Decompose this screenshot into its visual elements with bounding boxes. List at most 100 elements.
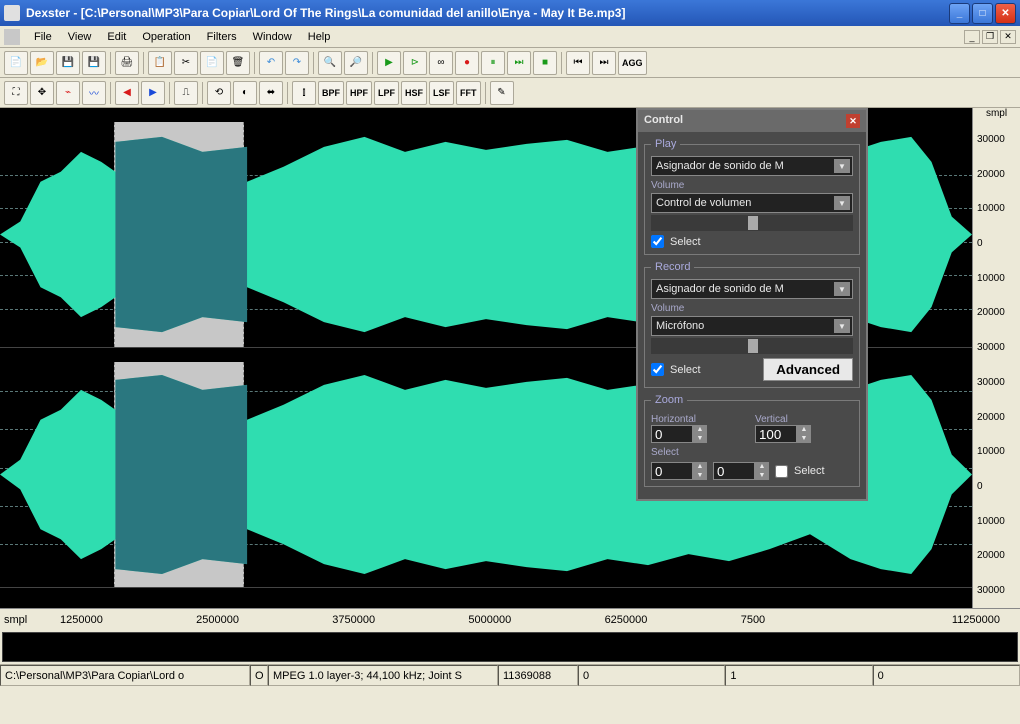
menu-help[interactable]: Help bbox=[300, 29, 339, 45]
scale-tick: 30000 bbox=[977, 134, 1005, 145]
play-select-checkbox[interactable] bbox=[651, 235, 664, 248]
doc-minimize-button[interactable]: _ bbox=[964, 30, 980, 44]
toolbar-filters: ⛶ ✥ ⌁ 〰 ◀ ▶ ⎍ ⟲ ◐ ⬌ ⫾ BPF HPF LPF HSF LS… bbox=[0, 78, 1020, 108]
level-meter bbox=[2, 632, 1018, 662]
close-button[interactable]: ✕ bbox=[995, 3, 1016, 24]
minimize-button[interactable]: _ bbox=[949, 3, 970, 24]
scale-tick: 20000 bbox=[977, 550, 1005, 561]
doc-restore-button[interactable]: ❐ bbox=[982, 30, 998, 44]
tool-eq-icon[interactable]: ⫾ bbox=[292, 81, 316, 105]
zoom-in-icon[interactable]: 🔍 bbox=[318, 51, 342, 75]
pause-icon[interactable]: ⏸ bbox=[481, 51, 505, 75]
delete-icon[interactable]: 🗑 bbox=[226, 51, 250, 75]
tool-amplitude-icon[interactable]: ⌁ bbox=[56, 81, 80, 105]
copy-icon[interactable]: 📋 bbox=[148, 51, 172, 75]
record-volume-combo[interactable]: Micrófono bbox=[651, 316, 853, 336]
tool-edit-icon[interactable]: ✎ bbox=[490, 81, 514, 105]
zoom-select-b-input[interactable] bbox=[713, 462, 755, 480]
menu-view[interactable]: View bbox=[60, 29, 100, 45]
tool-fullscreen-icon[interactable]: ⛶ bbox=[4, 81, 28, 105]
zoom-select-check-label: Select bbox=[794, 465, 825, 477]
undo-icon[interactable]: ↶ bbox=[259, 51, 283, 75]
save-as-icon[interactable]: 💾 bbox=[82, 51, 106, 75]
record-icon[interactable]: ● bbox=[455, 51, 479, 75]
redo-icon[interactable]: ↷ bbox=[285, 51, 309, 75]
play-icon[interactable]: ▶ bbox=[377, 51, 401, 75]
scale-tick: 10000 bbox=[977, 203, 1005, 214]
timeline-tick: 11250000 bbox=[952, 614, 1000, 626]
menu-edit[interactable]: Edit bbox=[99, 29, 134, 45]
new-icon[interactable]: 📄 bbox=[4, 51, 28, 75]
loop-icon[interactable]: ∞ bbox=[429, 51, 453, 75]
spin-down-icon[interactable]: ▼ bbox=[797, 434, 811, 443]
goto-start-icon[interactable]: ⏮ bbox=[566, 51, 590, 75]
control-panel[interactable]: Control ✕ Play Asignador de sonido de M … bbox=[636, 108, 868, 501]
record-volume-slider[interactable] bbox=[651, 338, 853, 354]
zoom-out-icon[interactable]: 🔎 bbox=[344, 51, 368, 75]
scale-tick: 10000 bbox=[977, 273, 1005, 284]
goto-end-icon[interactable]: ⏭ bbox=[592, 51, 616, 75]
zoom-fieldset: Zoom Horizontal ▲▼ Vertical ▲▼ bbox=[644, 394, 860, 487]
lpf-button[interactable]: LPF bbox=[374, 81, 399, 105]
scale-tick: 0 bbox=[977, 238, 983, 249]
menu-file[interactable]: File bbox=[26, 29, 60, 45]
play-start-icon[interactable]: ⊳ bbox=[403, 51, 427, 75]
zoom-vertical-input[interactable] bbox=[755, 425, 797, 443]
tool-move-icon[interactable]: ✥ bbox=[30, 81, 54, 105]
spin-down-icon[interactable]: ▼ bbox=[693, 471, 707, 480]
lsf-button[interactable]: LSF bbox=[429, 81, 454, 105]
play-device-combo[interactable]: Asignador de sonido de M bbox=[651, 156, 853, 176]
timeline[interactable]: smpl 1250000 2500000 3750000 5000000 625… bbox=[0, 608, 1020, 630]
spin-up-icon[interactable]: ▲ bbox=[755, 462, 769, 471]
status-format: MPEG 1.0 layer-3; 44,100 kHz; Joint S bbox=[268, 665, 498, 686]
print-icon[interactable]: 🖨 bbox=[115, 51, 139, 75]
status-path: C:\Personal\MP3\Para Copiar\Lord o bbox=[0, 665, 250, 686]
tool-stretch-icon[interactable]: ⬌ bbox=[259, 81, 283, 105]
menu-window[interactable]: Window bbox=[245, 29, 300, 45]
scale-unit-label: smpl bbox=[973, 108, 1020, 122]
timeline-tick: 3750000 bbox=[332, 614, 375, 626]
scale-tick: 30000 bbox=[977, 342, 1005, 353]
play-fieldset: Play Asignador de sonido de M Volume Con… bbox=[644, 138, 860, 255]
zoom-horizontal-label: Horizontal bbox=[651, 414, 749, 425]
amplitude-scale: smpl 30000 20000 10000 0 10000 20000 300… bbox=[972, 108, 1020, 608]
hpf-button[interactable]: HPF bbox=[346, 81, 372, 105]
record-fieldset: Record Asignador de sonido de M Volume M… bbox=[644, 261, 860, 388]
paste-icon[interactable]: 📄 bbox=[200, 51, 224, 75]
spin-up-icon[interactable]: ▲ bbox=[797, 425, 811, 434]
agg-button[interactable]: AGG bbox=[618, 51, 647, 75]
step-icon[interactable]: ⏭ bbox=[507, 51, 531, 75]
control-close-button[interactable]: ✕ bbox=[846, 114, 860, 128]
record-legend: Record bbox=[651, 261, 694, 273]
tool-fadeout-icon[interactable]: ◀ bbox=[115, 81, 139, 105]
bpf-button[interactable]: BPF bbox=[318, 81, 344, 105]
zoom-select-checkbox[interactable] bbox=[775, 465, 788, 478]
menu-operation[interactable]: Operation bbox=[134, 29, 198, 45]
doc-close-button[interactable]: ✕ bbox=[1000, 30, 1016, 44]
save-icon[interactable]: 💾 bbox=[56, 51, 80, 75]
play-volume-slider[interactable] bbox=[651, 215, 853, 231]
record-select-checkbox[interactable] bbox=[651, 363, 664, 376]
open-icon[interactable]: 📂 bbox=[30, 51, 54, 75]
spin-down-icon[interactable]: ▼ bbox=[755, 471, 769, 480]
fft-button[interactable]: FFT bbox=[456, 81, 481, 105]
spin-down-icon[interactable]: ▼ bbox=[693, 434, 707, 443]
spin-up-icon[interactable]: ▲ bbox=[693, 425, 707, 434]
hsf-button[interactable]: HSF bbox=[401, 81, 427, 105]
tool-echo-icon[interactable]: ◐ bbox=[233, 81, 257, 105]
tool-reverse-icon[interactable]: ⟲ bbox=[207, 81, 231, 105]
zoom-horizontal-input[interactable] bbox=[651, 425, 693, 443]
maximize-button[interactable]: □ bbox=[972, 3, 993, 24]
tool-waveform-icon[interactable]: 〰 bbox=[82, 81, 106, 105]
spin-up-icon[interactable]: ▲ bbox=[693, 462, 707, 471]
tool-normalize-icon[interactable]: ⎍ bbox=[174, 81, 198, 105]
menu-filters[interactable]: Filters bbox=[199, 29, 245, 45]
stop-icon[interactable]: ■ bbox=[533, 51, 557, 75]
play-volume-combo[interactable]: Control de volumen bbox=[651, 193, 853, 213]
record-device-combo[interactable]: Asignador de sonido de M bbox=[651, 279, 853, 299]
tool-fadein-icon[interactable]: ▶ bbox=[141, 81, 165, 105]
advanced-button[interactable]: Advanced bbox=[763, 358, 853, 381]
cut-icon[interactable]: ✂ bbox=[174, 51, 198, 75]
zoom-select-a-input[interactable] bbox=[651, 462, 693, 480]
app-icon-small bbox=[4, 29, 20, 45]
